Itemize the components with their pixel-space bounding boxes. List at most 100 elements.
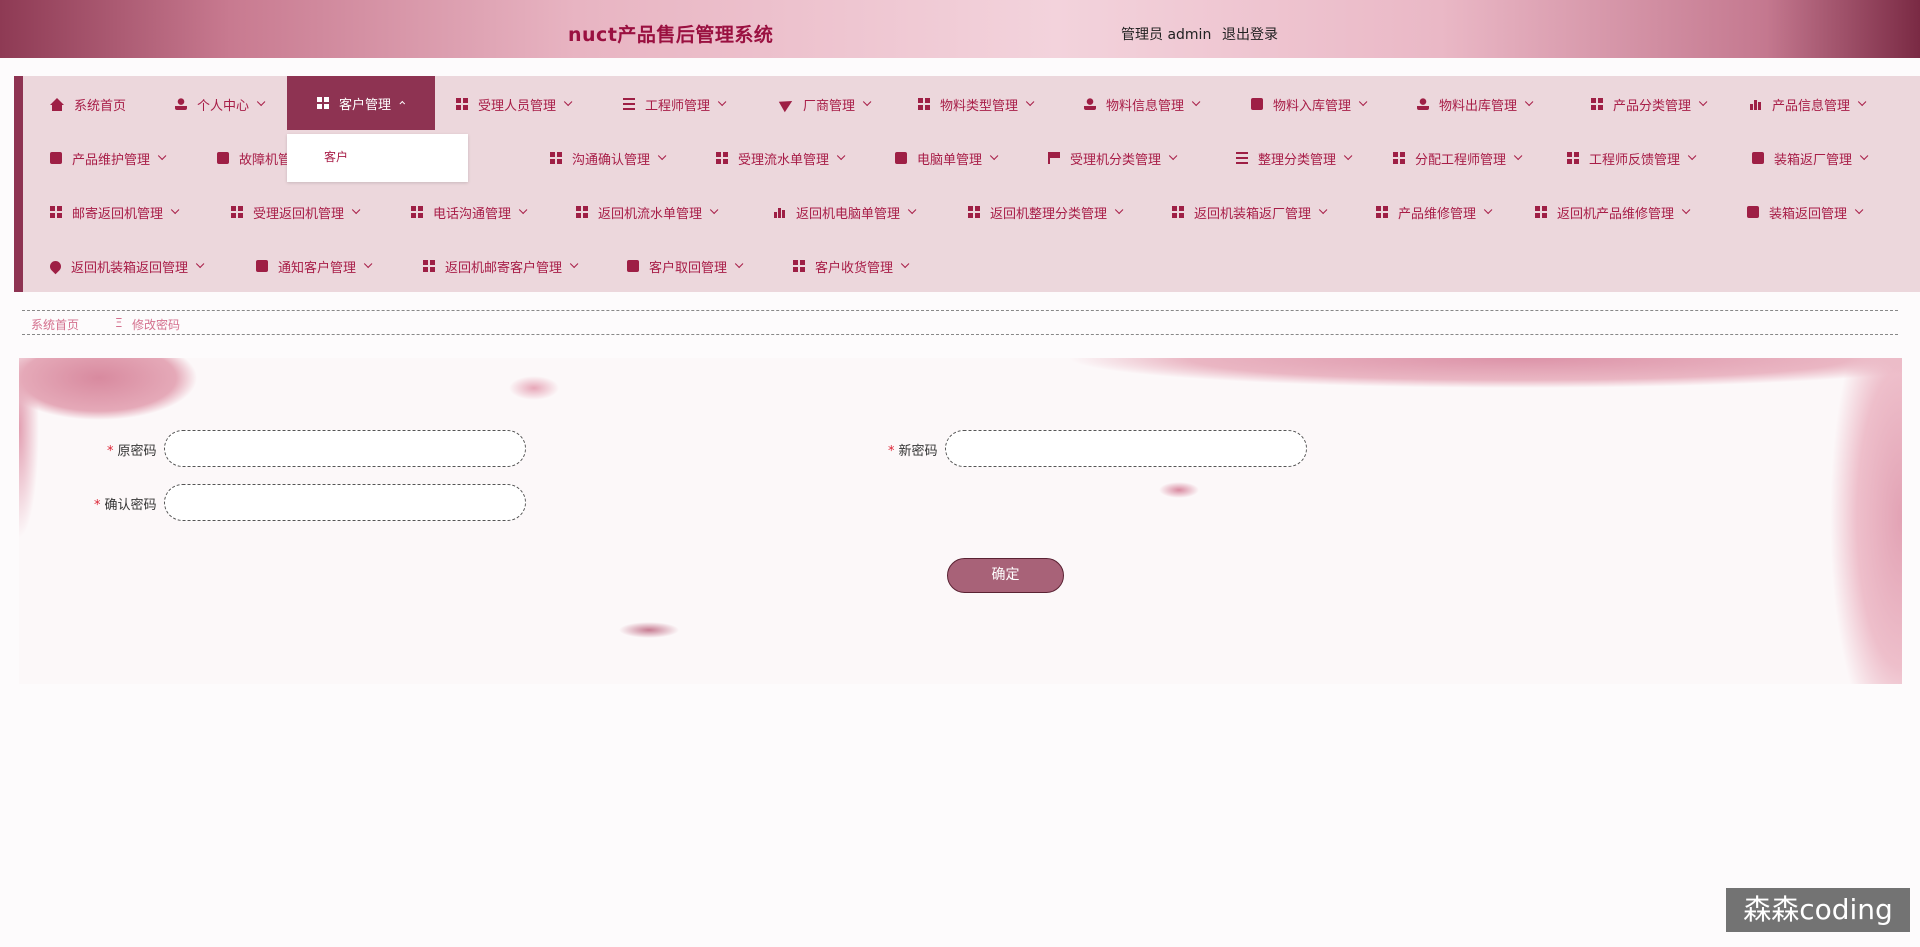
new-password-input[interactable] [945, 430, 1307, 467]
nav-item-product-maintenance[interactable]: 产品维护管理 [50, 143, 167, 173]
chevron-down-icon [1358, 97, 1368, 107]
customer-dropdown-menu: 客户 [287, 134, 468, 182]
new-password-label-text: 新密码 [898, 444, 938, 459]
nav-label: 电话沟通管理 [433, 206, 512, 222]
chevron-down-icon [900, 259, 910, 269]
grid-icon [1567, 152, 1579, 164]
nav-item-pack-return[interactable]: 装箱返回管理 [1747, 197, 1864, 227]
chevron-down-icon [989, 151, 999, 161]
nav-item-product-repair[interactable]: 产品维修管理 [1376, 197, 1493, 227]
grid-icon [716, 152, 728, 164]
nav-item-material-in[interactable]: 物料入库管理 [1251, 89, 1368, 119]
nav-item-notify-customer[interactable]: 通知客户管理 [256, 251, 373, 281]
breadcrumb-current: 修改密码 [132, 318, 181, 332]
nav-item-mail-return-machine[interactable]: 邮寄返回机管理 [50, 197, 180, 227]
nav-label: 返回机产品维修管理 [1557, 206, 1675, 222]
home-icon [50, 97, 64, 111]
nav-label: 返回机整理分类管理 [990, 206, 1108, 222]
chevron-down-icon [734, 259, 744, 269]
confirm-button[interactable]: 确定 [947, 558, 1064, 593]
nav-item-return-product-repair[interactable]: 返回机产品维修管理 [1535, 197, 1691, 227]
nav-item-sort-category[interactable]: 整理分类管理 [1236, 143, 1353, 173]
nav-item-receptionist[interactable]: 受理人员管理 [456, 89, 573, 119]
chevron-down-icon [862, 97, 872, 107]
chevron-down-icon [195, 259, 205, 269]
nav-item-product-info[interactable]: 产品信息管理 [1750, 89, 1867, 119]
nav-item-acceptance-flow[interactable]: 受理流水单管理 [716, 143, 846, 173]
old-password-label-text: 原密码 [117, 444, 157, 459]
nav-item-material-out[interactable]: 物料出库管理 [1417, 89, 1534, 119]
grid-icon [1376, 206, 1388, 218]
required-mark: * [888, 444, 895, 459]
nav-item-customer-pickup[interactable]: 客户取回管理 [627, 251, 744, 281]
nav-item-customer[interactable]: 客户管理 [287, 76, 436, 130]
grid-icon [411, 206, 423, 218]
chevron-down-icon [256, 97, 266, 107]
user-icon [1084, 98, 1096, 110]
nav-item-material-info[interactable]: 物料信息管理 [1084, 89, 1201, 119]
admin-label: 管理员 admin [1121, 27, 1212, 43]
chevron-down-icon [1483, 205, 1493, 215]
list-icon [1236, 152, 1248, 164]
nav-label: 受理返回机管理 [253, 206, 345, 222]
required-mark: * [107, 444, 114, 459]
nav-item-engineer-feedback[interactable]: 工程师反馈管理 [1567, 143, 1697, 173]
nav-item-product-category[interactable]: 产品分类管理 [1591, 89, 1708, 119]
dropdown-item-customer[interactable]: 客户 [324, 148, 348, 165]
nav-item-return-mail-customer[interactable]: 返回机邮寄客户管理 [423, 251, 579, 281]
nav-item-return-flow[interactable]: 返回机流水单管理 [576, 197, 719, 227]
grid-icon [456, 98, 468, 110]
nav-label: 产品维护管理 [72, 152, 151, 168]
nav-item-return-pack-factory[interactable]: 返回机装箱返厂管理 [1172, 197, 1328, 227]
nav-item-machine-category[interactable]: 受理机分类管理 [1048, 143, 1178, 173]
chevron-down-icon [1343, 151, 1353, 161]
nav-item-home[interactable]: 系统首页 [50, 89, 126, 119]
clipboard-icon [50, 152, 62, 164]
grid-icon [550, 152, 562, 164]
nav-item-return-sort-category[interactable]: 返回机整理分类管理 [968, 197, 1124, 227]
nav-label: 物料信息管理 [1106, 98, 1185, 114]
nav-item-accept-return-machine[interactable]: 受理返回机管理 [231, 197, 361, 227]
nav-item-material-type[interactable]: 物料类型管理 [918, 89, 1035, 119]
chevron-down-icon [518, 205, 528, 215]
nav-item-personal-center[interactable]: 个人中心 [175, 89, 266, 119]
nav-item-phone-communication[interactable]: 电话沟通管理 [411, 197, 528, 227]
nav-item-computer-order[interactable]: 电脑单管理 [895, 143, 999, 173]
nav-item-assign-engineer[interactable]: 分配工程师管理 [1393, 143, 1523, 173]
grid-icon [1535, 206, 1547, 218]
nav-item-engineer[interactable]: 工程师管理 [623, 89, 727, 119]
grid-icon [1172, 206, 1184, 218]
logout-link[interactable]: 退出登录 [1222, 24, 1278, 44]
nav-item-pack-return-factory[interactable]: 装箱返厂管理 [1752, 143, 1869, 173]
nav-label: 物料入库管理 [1273, 98, 1352, 114]
chevron-down-icon [1687, 151, 1697, 161]
watermark: 森森coding [1726, 888, 1910, 932]
chevron-down-icon [1859, 151, 1869, 161]
app-title: nuct产品售后管理系统 [568, 24, 774, 46]
chevron-down-icon [1524, 97, 1534, 107]
nav-label: 整理分类管理 [1258, 152, 1337, 168]
clipboard-check-icon [627, 260, 639, 272]
grid-icon [793, 260, 805, 272]
nav-label: 产品信息管理 [1772, 98, 1851, 114]
briefcase-icon [895, 152, 907, 164]
nav-item-return-pack-return[interactable]: 返回机装箱返回管理 [47, 251, 205, 281]
nav-item-vendor[interactable]: 厂商管理 [778, 89, 872, 119]
old-password-input[interactable] [164, 430, 526, 467]
breadcrumb-home[interactable]: 系统首页 [31, 316, 79, 333]
chevron-down-icon [1168, 151, 1178, 161]
new-password-label: * 新密码 [888, 440, 938, 459]
nav-item-customer-receipt[interactable]: 客户收货管理 [793, 251, 910, 281]
nav-label: 工程师管理 [645, 98, 711, 114]
grid-icon [1591, 98, 1603, 110]
nav-label: 返回机电脑单管理 [796, 206, 901, 222]
nav-label: 受理机分类管理 [1070, 152, 1162, 168]
confirm-password-input[interactable] [164, 484, 526, 521]
map-pin-icon [47, 258, 64, 274]
briefcase-icon [1747, 206, 1759, 218]
monitor-icon [256, 260, 268, 272]
nav-item-communication-confirm[interactable]: 沟通确认管理 [550, 143, 667, 173]
nav-label: 产品维修管理 [1398, 206, 1477, 222]
nav-item-return-computer-order[interactable]: 返回机电脑单管理 [774, 197, 917, 227]
breadcrumb-separator: Ξ [115, 316, 123, 330]
